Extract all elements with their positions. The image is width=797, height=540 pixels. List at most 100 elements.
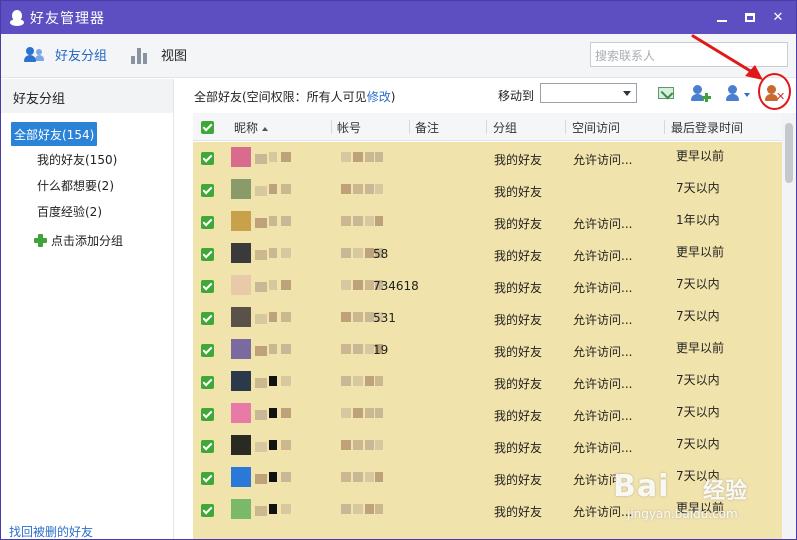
row-checkbox[interactable] bbox=[201, 248, 214, 261]
column-nickname-label: 昵称 bbox=[234, 121, 259, 135]
avatar bbox=[231, 371, 251, 391]
nickname-mosaic bbox=[269, 216, 277, 226]
nickname-mosaic bbox=[269, 440, 277, 450]
minimize-button[interactable] bbox=[708, 5, 736, 29]
scrollbar-thumb[interactable] bbox=[785, 123, 793, 183]
sort-ascending-icon bbox=[262, 126, 269, 131]
account-mosaic bbox=[353, 312, 363, 322]
table-row[interactable]: 734618 我的好友 允许访问... 7天以内 bbox=[193, 270, 782, 302]
account-mosaic bbox=[365, 216, 374, 226]
column-header-nickname[interactable]: 昵称 bbox=[234, 119, 269, 136]
account-mosaic bbox=[375, 440, 383, 450]
column-divider[interactable] bbox=[565, 120, 566, 134]
account-mosaic bbox=[353, 152, 363, 162]
avatar bbox=[231, 499, 251, 519]
chevron-down-icon bbox=[623, 91, 631, 96]
tab-view[interactable]: 视图 bbox=[131, 45, 187, 64]
friend-settings-button[interactable] bbox=[726, 84, 750, 104]
sidebar-item-want-everything[interactable]: 什么都想要(2) bbox=[37, 177, 114, 194]
column-header-remark[interactable]: 备注 bbox=[415, 119, 439, 136]
row-checkbox[interactable] bbox=[201, 216, 214, 229]
column-header-last-login[interactable]: 最后登录时间 bbox=[671, 119, 743, 136]
column-divider[interactable] bbox=[486, 120, 487, 134]
vertical-scrollbar[interactable] bbox=[782, 113, 796, 539]
row-checkbox[interactable] bbox=[201, 472, 214, 485]
table-row[interactable]: 我的好友 允许访问... 更早以前 bbox=[193, 142, 782, 174]
title-bar[interactable]: 好友管理器 ✕ bbox=[1, 1, 796, 34]
column-header-account[interactable]: 帐号 bbox=[337, 119, 361, 136]
recover-deleted-friends-link[interactable]: 找回被删的好友 bbox=[9, 523, 93, 539]
row-checkbox[interactable] bbox=[201, 312, 214, 325]
table-row[interactable]: 我的好友 7天以内 bbox=[193, 174, 782, 206]
account-mosaic bbox=[365, 408, 374, 418]
account-mosaic bbox=[375, 184, 383, 194]
row-checkbox[interactable] bbox=[201, 376, 214, 389]
table-row[interactable]: 我的好友 允许访问... 1年以内 bbox=[193, 206, 782, 238]
group-cell: 我的好友 bbox=[494, 313, 543, 327]
nickname-mosaic bbox=[269, 248, 277, 258]
group-cell: 我的好友 bbox=[494, 153, 543, 167]
column-divider[interactable] bbox=[664, 120, 665, 134]
account-mosaic bbox=[353, 440, 363, 450]
column-divider[interactable] bbox=[409, 120, 410, 134]
column-header-group[interactable]: 分组 bbox=[493, 119, 517, 136]
send-message-button[interactable] bbox=[656, 84, 678, 104]
avatar bbox=[231, 435, 251, 455]
tab-friend-groups[interactable]: 好友分组 bbox=[24, 45, 107, 64]
row-checkbox[interactable] bbox=[201, 184, 214, 197]
sidebar-item-baidu-jingyan[interactable]: 百度经验(2) bbox=[37, 203, 102, 220]
privacy-modify-link[interactable]: 修改 bbox=[367, 90, 391, 104]
account-mosaic bbox=[375, 216, 383, 226]
close-button[interactable]: ✕ bbox=[764, 5, 792, 29]
watermark-logo-cn: 经验 bbox=[703, 479, 748, 504]
maximize-button[interactable] bbox=[736, 5, 764, 29]
nickname-mosaic bbox=[269, 152, 277, 162]
nickname-mosaic bbox=[281, 472, 291, 482]
account-mosaic bbox=[365, 152, 374, 162]
privacy-text: 全部好友(空间权限：所有人可见 bbox=[194, 90, 367, 104]
row-checkbox[interactable] bbox=[201, 440, 214, 453]
select-all-checkbox[interactable] bbox=[201, 121, 214, 134]
move-to-select[interactable] bbox=[540, 83, 637, 103]
table-row[interactable]: 我的好友 允许访问... 7天以内 bbox=[193, 430, 782, 462]
nickname-mosaic bbox=[269, 376, 277, 386]
table-row[interactable]: 531 我的好友 允许访问... 7天以内 bbox=[193, 302, 782, 334]
row-checkbox[interactable] bbox=[201, 408, 214, 421]
row-checkbox[interactable] bbox=[201, 280, 214, 293]
nickname-mosaic bbox=[281, 152, 291, 162]
add-group-button[interactable]: 点击添加分组 bbox=[34, 232, 123, 249]
sidebar-item-my-friends[interactable]: 我的好友(150) bbox=[37, 151, 117, 168]
nickname-mosaic bbox=[255, 346, 267, 356]
toolbar: 好友分组 视图 搜索联系人 bbox=[1, 34, 796, 78]
row-checkbox[interactable] bbox=[201, 344, 214, 357]
sidebar-item-all-friends[interactable]: 全部好友(154) bbox=[11, 122, 98, 146]
account-mosaic bbox=[365, 472, 374, 482]
table-row[interactable]: 19 我的好友 允许访问... 更早以前 bbox=[193, 334, 782, 366]
friend-manager-window: 好友管理器 ✕ 好友分组 视图 搜索联系人 好友分组 全部好友(154) 我的好… bbox=[0, 0, 797, 540]
group-cell: 我的好友 bbox=[494, 473, 543, 487]
maximize-icon bbox=[745, 12, 755, 22]
group-cell: 我的好友 bbox=[494, 249, 543, 263]
row-checkbox[interactable] bbox=[201, 504, 214, 517]
add-friend-button[interactable] bbox=[690, 84, 712, 104]
last-login-cell: 更早以前 bbox=[676, 341, 725, 355]
account-mosaic bbox=[365, 184, 374, 194]
row-checkbox[interactable] bbox=[201, 152, 214, 165]
group-cell: 我的好友 bbox=[494, 217, 543, 231]
table-row[interactable]: 我的好友 允许访问... 7天以内 bbox=[193, 366, 782, 398]
table-row[interactable]: 我的好友 允许访问... 7天以内 bbox=[193, 398, 782, 430]
avatar bbox=[231, 307, 251, 327]
sidebar: 好友分组 全部好友(154) 我的好友(150) 什么都想要(2) 百度经验(2… bbox=[1, 79, 174, 539]
avatar bbox=[231, 403, 251, 423]
table-row[interactable]: 58 我的好友 允许访问... 更早以前 bbox=[193, 238, 782, 270]
space-access-cell: 允许访问... bbox=[573, 345, 633, 359]
account-mosaic bbox=[365, 440, 374, 450]
nickname-mosaic bbox=[255, 314, 267, 324]
column-header-space-access[interactable]: 空间访问 bbox=[572, 119, 620, 136]
last-login-cell: 7天以内 bbox=[676, 181, 720, 195]
column-divider[interactable] bbox=[331, 120, 332, 134]
account-mosaic bbox=[341, 472, 351, 482]
nickname-mosaic bbox=[255, 506, 267, 516]
group-cell: 我的好友 bbox=[494, 185, 543, 199]
baidu-jingyan-watermark: Bai 经验 jingyan.baidu.com bbox=[613, 469, 763, 535]
